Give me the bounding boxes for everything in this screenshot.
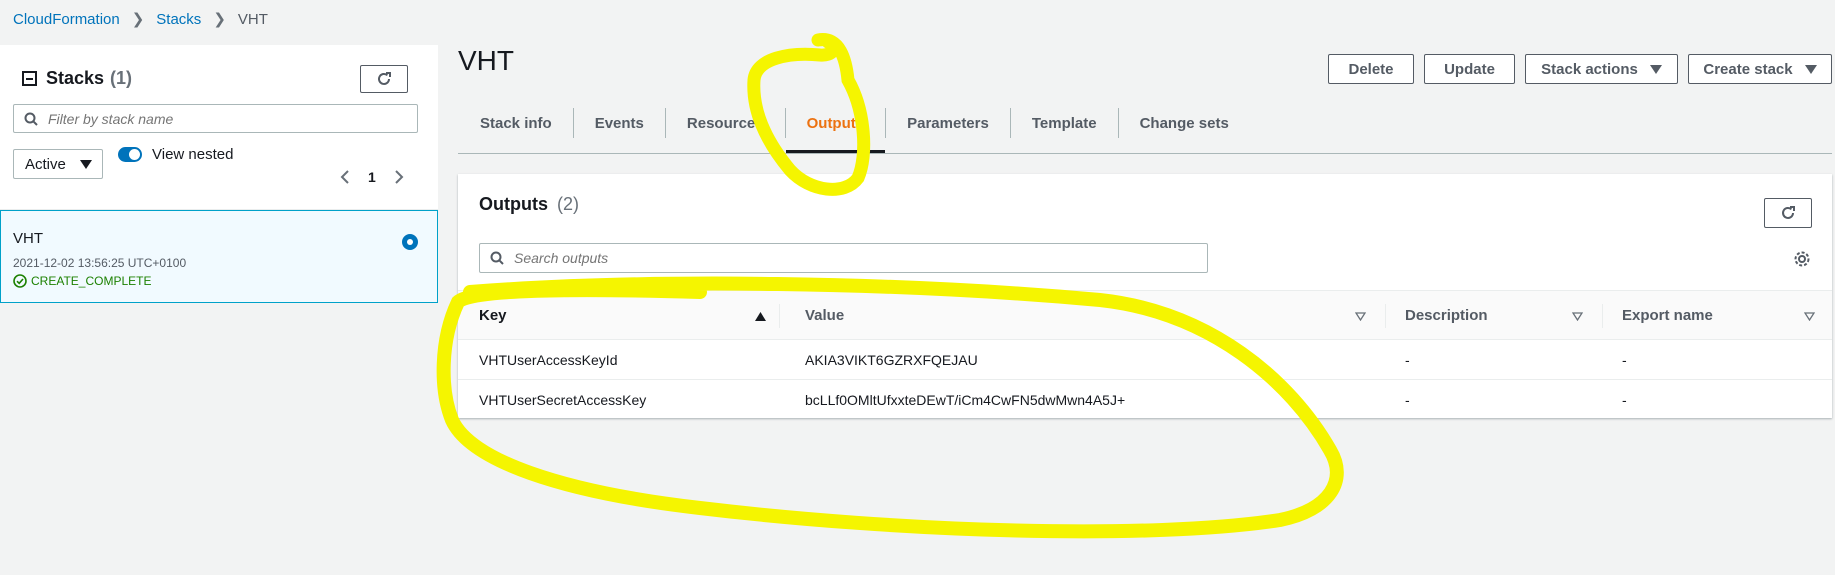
column-header-key[interactable]: Key [479,307,507,324]
search-icon [490,251,504,265]
output-description: - [1405,392,1410,408]
tab-template[interactable]: Template [1011,108,1119,138]
stacks-panel-header: Stacks (1) Active View nested [0,45,438,210]
outputs-count: (2) [557,194,580,214]
view-nested-toggle[interactable] [118,147,142,162]
stacks-panel: Stacks (1) Active View nested [0,45,438,575]
stacks-count: (1) [110,68,133,88]
breadcrumb: CloudFormation ❯ Stacks ❯ VHT [13,10,268,29]
stack-actions-label: Stack actions [1541,60,1638,78]
column-divider[interactable] [779,304,780,328]
update-button[interactable]: Update [1424,54,1515,84]
stack-status-text: CREATE_COMPLETE [31,274,152,288]
stacks-panel-title: Stacks (1) [22,68,132,89]
stack-timestamp: 2021-12-02 13:56:25 UTC+0100 [13,256,187,270]
output-key: VHTUserSecretAccessKey [479,392,647,408]
chevron-left-icon[interactable] [340,169,350,185]
column-divider[interactable] [1385,304,1386,328]
caret-down-icon [1804,64,1817,74]
stack-actions-button[interactable]: Stack actions [1525,54,1678,84]
tab-parameters[interactable]: Parameters [886,108,1011,138]
tab-outputs[interactable]: Outputs [785,108,887,153]
delete-button[interactable]: Delete [1328,54,1414,84]
current-page[interactable]: 1 [368,169,376,185]
breadcrumb-separator-icon: ❯ [131,11,145,28]
outputs-search-field[interactable] [514,250,854,266]
stacks-title-label: Stacks [46,68,105,88]
table-row: VHTUserAccessKeyId AKIA3VIKT6GZRXFQEJAU … [458,340,1832,380]
sort-icon[interactable] [1572,312,1583,321]
refresh-outputs-button[interactable] [1764,198,1812,228]
stack-filter-field[interactable] [48,110,388,127]
search-icon [24,112,38,126]
status-filter-value: Active [25,155,66,173]
sort-ascending-icon[interactable] [755,312,766,321]
tab-stack-info[interactable]: Stack info [458,108,574,138]
tab-resources[interactable]: Resources [666,108,786,138]
gear-icon[interactable] [1793,250,1811,268]
breadcrumb-current: VHT [237,10,268,28]
refresh-icon [378,72,391,85]
sort-icon[interactable] [1355,312,1366,321]
view-nested-label: View nested [152,146,234,163]
output-value: AKIA3VIKT6GZRXFQEJAU [805,352,978,368]
column-divider[interactable] [1602,304,1603,328]
breadcrumb-stacks[interactable]: Stacks [156,11,201,28]
output-description: - [1405,352,1410,368]
pagination: 1 [340,169,404,185]
column-header-value[interactable]: Value [805,307,844,324]
caret-down-icon [80,160,92,169]
breadcrumb-separator-icon: ❯ [213,11,226,28]
check-circle-icon [13,274,27,288]
outputs-title-label: Outputs [479,194,548,214]
stack-filter-input[interactable] [13,104,418,133]
stack-tabs: Stack info Events Resources Outputs Para… [458,104,1832,154]
outputs-search-input[interactable] [479,243,1208,273]
output-export-name: - [1622,352,1627,368]
chevron-right-icon[interactable] [394,169,404,185]
column-header-description[interactable]: Description [1405,307,1488,324]
stack-list-item[interactable]: VHT 2021-12-02 13:56:25 UTC+0100 CREATE_… [0,210,438,303]
tab-change-sets[interactable]: Change sets [1119,108,1250,138]
stack-select-radio[interactable] [402,234,418,250]
output-key: VHTUserAccessKeyId [479,352,618,368]
column-header-export-name[interactable]: Export name [1622,307,1713,324]
collapse-panel-icon[interactable] [22,71,37,86]
sort-icon[interactable] [1804,312,1815,321]
stack-name: VHT [13,230,43,247]
refresh-icon [1782,206,1795,219]
output-value: bcLLf0OMltUfxxteDEwT/iCm4CwFN5dwMwn4A5J+ [805,392,1126,408]
create-stack-label: Create stack [1703,60,1793,78]
tab-events[interactable]: Events [574,108,666,138]
caret-down-icon [1649,64,1662,74]
page-title: VHT [458,45,514,76]
create-stack-button[interactable]: Create stack [1688,54,1832,84]
outputs-panel: Outputs (2) Key Value Description Export… [458,174,1832,418]
stack-status: CREATE_COMPLETE [13,274,151,288]
output-export-name: - [1622,392,1627,408]
outputs-table-header: Key Value Description Export name [458,290,1832,340]
status-filter-select[interactable]: Active [13,149,103,179]
outputs-title: Outputs (2) [479,194,579,215]
refresh-stacks-button[interactable] [360,65,408,93]
view-nested-toggle-row: View nested [118,146,233,163]
breadcrumb-cloudformation[interactable]: CloudFormation [13,11,120,28]
table-row: VHTUserSecretAccessKey bcLLf0OMltUfxxteD… [458,380,1832,420]
